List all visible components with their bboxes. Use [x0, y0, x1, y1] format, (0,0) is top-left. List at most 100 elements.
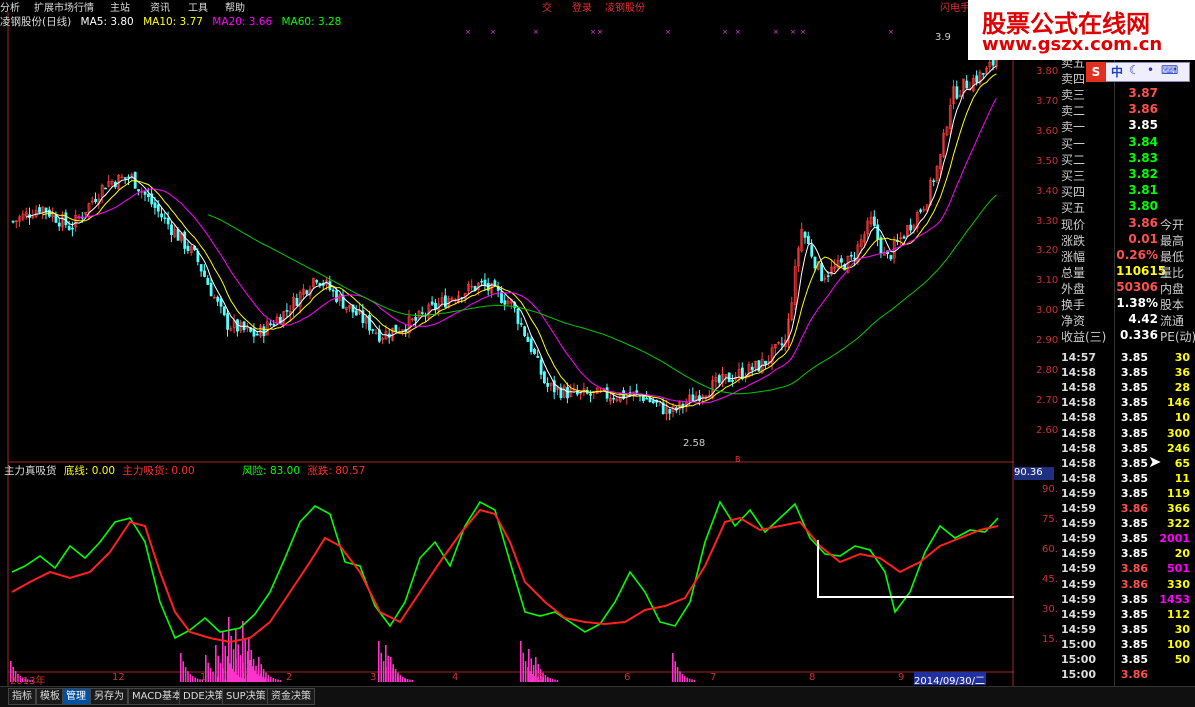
quote-label: 卖一 [1061, 120, 1086, 134]
tick-row: 14:59 3.85 322 [1058, 517, 1195, 532]
quote-row: 卖三 3.87 [1058, 86, 1195, 102]
candle-body [965, 80, 969, 89]
tick-price: 3.85 [1120, 622, 1148, 636]
quote-row: 买三 3.82 [1058, 167, 1195, 183]
tick-volume: 36 [1174, 366, 1190, 380]
tab-fund[interactable]: 资金决策 [267, 688, 315, 705]
quote-right-label: 股本 [1160, 298, 1185, 312]
quote-row: 买一 3.84 [1058, 135, 1195, 151]
ime-lang[interactable]: 中 [1111, 63, 1123, 80]
menu-main-site[interactable]: 主站 [110, 0, 130, 12]
date-label: 6 [624, 672, 631, 683]
kline-chart[interactable]: 3.9 2.58 × × × × × × × × × × × ×B [0, 12, 1110, 686]
menu-login[interactable]: 登录 [572, 0, 592, 12]
menu-help[interactable]: 帮助 [225, 0, 245, 12]
tick-price: 3.85 [1120, 411, 1148, 425]
candle-body [11, 220, 15, 223]
candle-body [820, 263, 824, 282]
tick-time: 14:58 [1061, 381, 1097, 395]
quote-label: 外盘 [1061, 282, 1086, 296]
tick-volume: 20 [1174, 547, 1190, 561]
main-chart-panel[interactable]: 3.9 2.58 × × × × × × × × × × × × B [0, 12, 1110, 686]
menu-stock-name[interactable]: 凌钢股份 [605, 0, 645, 12]
candle-body [420, 312, 424, 314]
quote-value: 0.26% [1116, 248, 1158, 262]
tick-volume: 501 [1167, 562, 1190, 576]
candle-body [480, 280, 484, 283]
tick-time: 15:00 [1061, 637, 1097, 651]
candle-body [94, 198, 98, 203]
tick-price: 3.85 [1120, 366, 1148, 380]
candle-body [170, 224, 173, 236]
candle-body [849, 255, 853, 257]
candle-body [991, 59, 995, 66]
sogou-logo-icon: S [1086, 62, 1106, 82]
tick-volume: 322 [1167, 517, 1190, 531]
quote-value: 3.82 [1128, 167, 1158, 181]
candle-body [186, 245, 190, 251]
quote-value: 1.38% [1116, 296, 1158, 310]
indicator-name[interactable]: 主力真吸货 [4, 465, 57, 477]
signal-mark: × [590, 28, 596, 36]
tab-template[interactable]: 模板 [36, 688, 64, 705]
tab-sup[interactable]: SUP决策 [222, 688, 270, 705]
quote-right-label: 今开 [1160, 218, 1185, 232]
quote-label: 卖三 [1061, 88, 1086, 102]
candle-body [394, 324, 398, 333]
candle-body [902, 236, 906, 239]
menu-trade[interactable]: 交 [542, 0, 552, 12]
tick-volume: 119 [1167, 486, 1190, 500]
tick-time: 14:59 [1061, 547, 1097, 561]
tick-row: 14:59 3.86 330 [1058, 578, 1195, 593]
tick-time: 14:59 [1061, 592, 1097, 606]
candle-body [981, 73, 985, 75]
tick-volume: 2001 [1159, 532, 1190, 546]
quote-value: 0.01 [1128, 232, 1158, 246]
quote-label: 涨跌 [1061, 234, 1086, 248]
candle-body [64, 212, 68, 226]
keyboard-icon[interactable]: ⌨ [1161, 63, 1178, 77]
tick-row: 14:58 3.85 36 [1058, 366, 1195, 381]
rise-value: 涨跌: 80.57 [307, 465, 366, 477]
menu-tools[interactable]: 工具 [188, 0, 208, 12]
ma20-value: MA20: 3.66 [212, 16, 273, 28]
candle-body [526, 336, 530, 342]
candle-body [262, 326, 266, 337]
tick-volume: 112 [1167, 607, 1190, 621]
quote-value: 3.86 [1128, 102, 1158, 116]
tick-row: 14:58 3.85 246 [1058, 442, 1195, 457]
tick-price: 3.86 [1120, 668, 1148, 682]
quote-row: 总量 110615 量比 [1058, 264, 1195, 280]
menu-flash[interactable]: 闪电手 [940, 0, 970, 12]
price-axis-label: 2.80 [1036, 365, 1059, 377]
date-label: 2 [286, 672, 293, 683]
tick-volume: 30 [1174, 622, 1190, 636]
candle-body [305, 290, 309, 295]
tab-macd[interactable]: MACD基本 [128, 688, 186, 705]
tab-manage[interactable]: 管理 [62, 688, 90, 705]
tab-save-as[interactable]: 另存为 [90, 688, 128, 705]
candle-body [542, 371, 546, 384]
bottom-line-value: 底线: 0.00 [63, 465, 116, 477]
date-label: 7 [710, 672, 717, 683]
candle-body [104, 187, 107, 190]
tick-row: 14:58 3.85 300 [1058, 427, 1195, 442]
candle-body [919, 209, 923, 212]
tab-indicator[interactable]: 指标 [8, 688, 36, 705]
quote-row: 涨幅 0.26% 最低 [1058, 248, 1195, 264]
ime-toolbar[interactable]: S 中 ☾ • ⌨ [1086, 62, 1190, 82]
menu-analysis[interactable]: 分析 [0, 0, 20, 12]
quote-right-label: 流通 [1160, 314, 1185, 328]
tick-row: 15:00 3.85 50 [1058, 653, 1195, 668]
dot-icon[interactable]: • [1147, 63, 1154, 77]
candle-body [443, 295, 447, 308]
moon-icon[interactable]: ☾ [1129, 63, 1140, 77]
menu-news[interactable]: 资讯 [150, 0, 170, 12]
quote-panel: 卖五 卖四 卖三 3.87 卖二 3.86 卖一 3.85 买一 3.84 买二 3.83 买三 3.82… [1058, 12, 1195, 686]
candle-body [717, 375, 721, 383]
menu-ext-market[interactable]: 扩展市场行情 [34, 0, 94, 12]
candle-body [645, 397, 649, 400]
tick-price: 3.85 [1120, 471, 1148, 485]
candle-body [872, 216, 876, 226]
tick-row: 14:58 3.85 10 [1058, 411, 1195, 426]
